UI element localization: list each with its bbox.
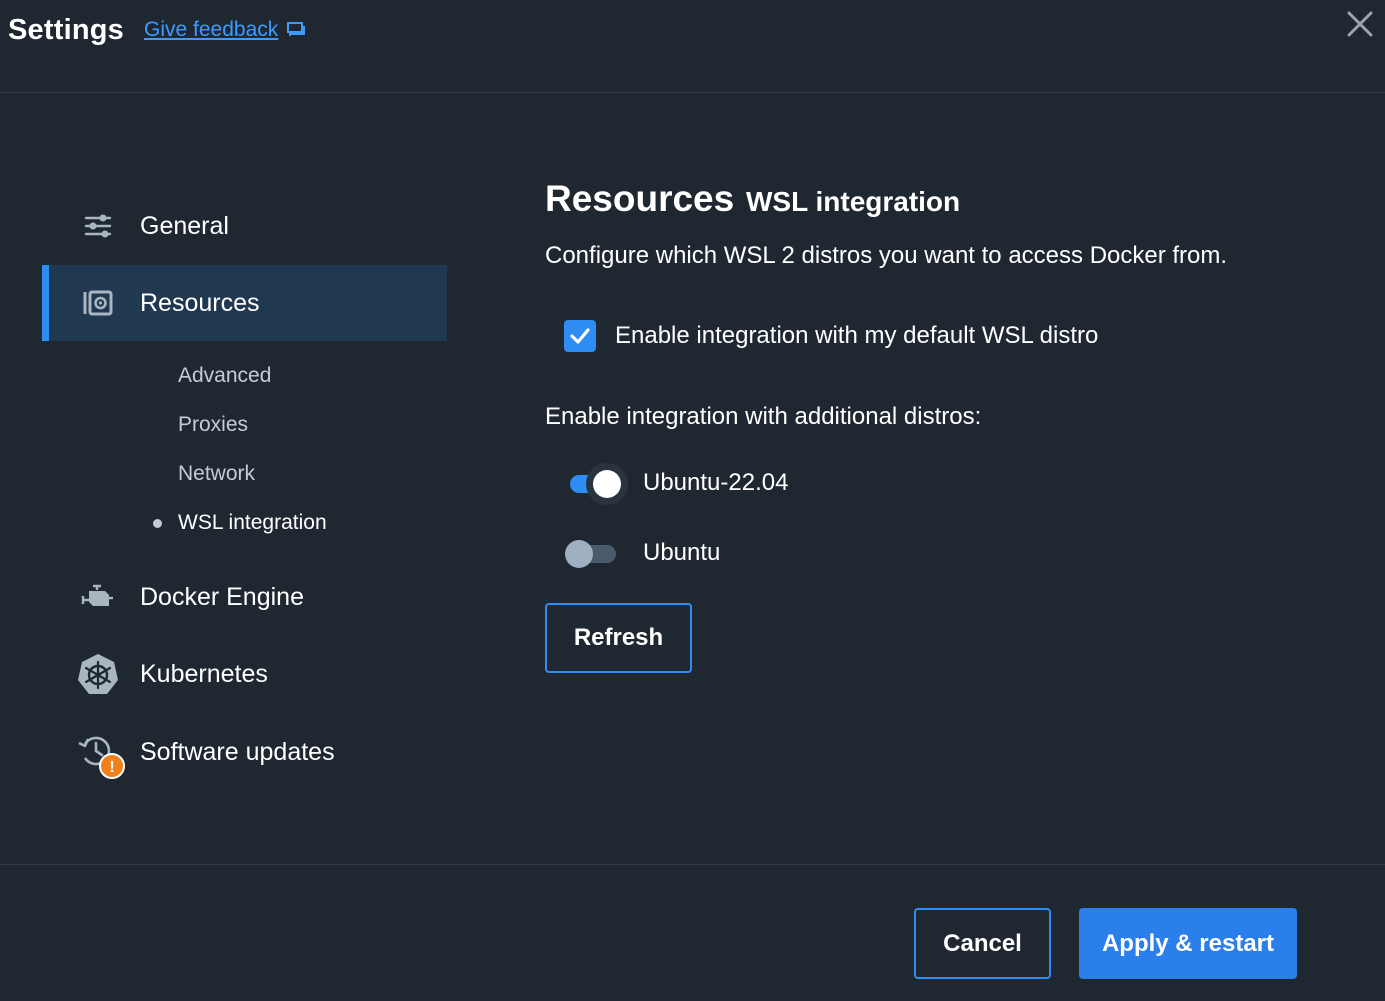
section-title: Resources (545, 178, 735, 219)
feedback-label: Give feedback (144, 18, 279, 41)
distro-name: Ubuntu (643, 539, 721, 566)
sidebar-subitem-network[interactable]: Network (178, 462, 255, 486)
apply-restart-button[interactable]: Apply & restart (1079, 908, 1297, 979)
sidebar-item-label: Docker Engine (140, 582, 304, 611)
distro-toggle-ubuntu-22-04[interactable] (570, 463, 628, 505)
toggle-knob (565, 540, 593, 568)
sidebar-item-label: Software updates (140, 737, 335, 766)
section-subtitle: WSL integration (746, 186, 961, 217)
distro-name: Ubuntu-22.04 (643, 469, 789, 496)
sidebar-item-kubernetes[interactable]: Kubernetes (42, 636, 447, 712)
default-distro-checkbox[interactable] (564, 320, 596, 352)
section-description: Configure which WSL 2 distros you want t… (545, 242, 1228, 269)
footer-divider (0, 864, 1385, 865)
additional-distros-heading: Enable integration with additional distr… (545, 403, 982, 430)
header: Settings Give feedback (0, 0, 1385, 93)
sidebar-item-software-updates[interactable]: ! Software updates (42, 714, 447, 790)
give-feedback-link[interactable]: Give feedback (144, 18, 306, 42)
distro-toggle-ubuntu[interactable] (565, 540, 616, 568)
toggle-knob (593, 470, 621, 498)
sliders-icon (76, 204, 120, 248)
update-history-icon: ! (76, 730, 125, 779)
page-title: Settings (8, 14, 124, 46)
kubernetes-icon (76, 652, 120, 696)
current-page-bullet (153, 519, 162, 528)
checkmark-icon (570, 328, 590, 344)
sidebar-item-docker-engine[interactable]: Docker Engine (42, 559, 447, 635)
sidebar-subitem-wsl-integration[interactable]: WSL integration (178, 511, 327, 535)
sidebar-item-label: General (140, 211, 229, 240)
sidebar-item-label: Resources (140, 288, 260, 317)
sidebar-item-general[interactable]: General (42, 188, 447, 264)
close-icon[interactable] (1344, 8, 1376, 40)
feedback-icon (287, 22, 306, 36)
resources-icon (76, 281, 120, 325)
sidebar-subitem-proxies[interactable]: Proxies (178, 413, 248, 437)
refresh-button[interactable]: Refresh (545, 603, 692, 673)
sidebar-item-label: Kubernetes (140, 659, 268, 688)
sidebar-subitem-advanced[interactable]: Advanced (178, 364, 271, 388)
cancel-button[interactable]: Cancel (914, 908, 1051, 979)
sidebar-item-resources[interactable]: Resources (42, 265, 447, 341)
warning-badge: ! (109, 759, 114, 776)
engine-icon (76, 575, 120, 619)
default-distro-label: Enable integration with my default WSL d… (615, 322, 1099, 349)
